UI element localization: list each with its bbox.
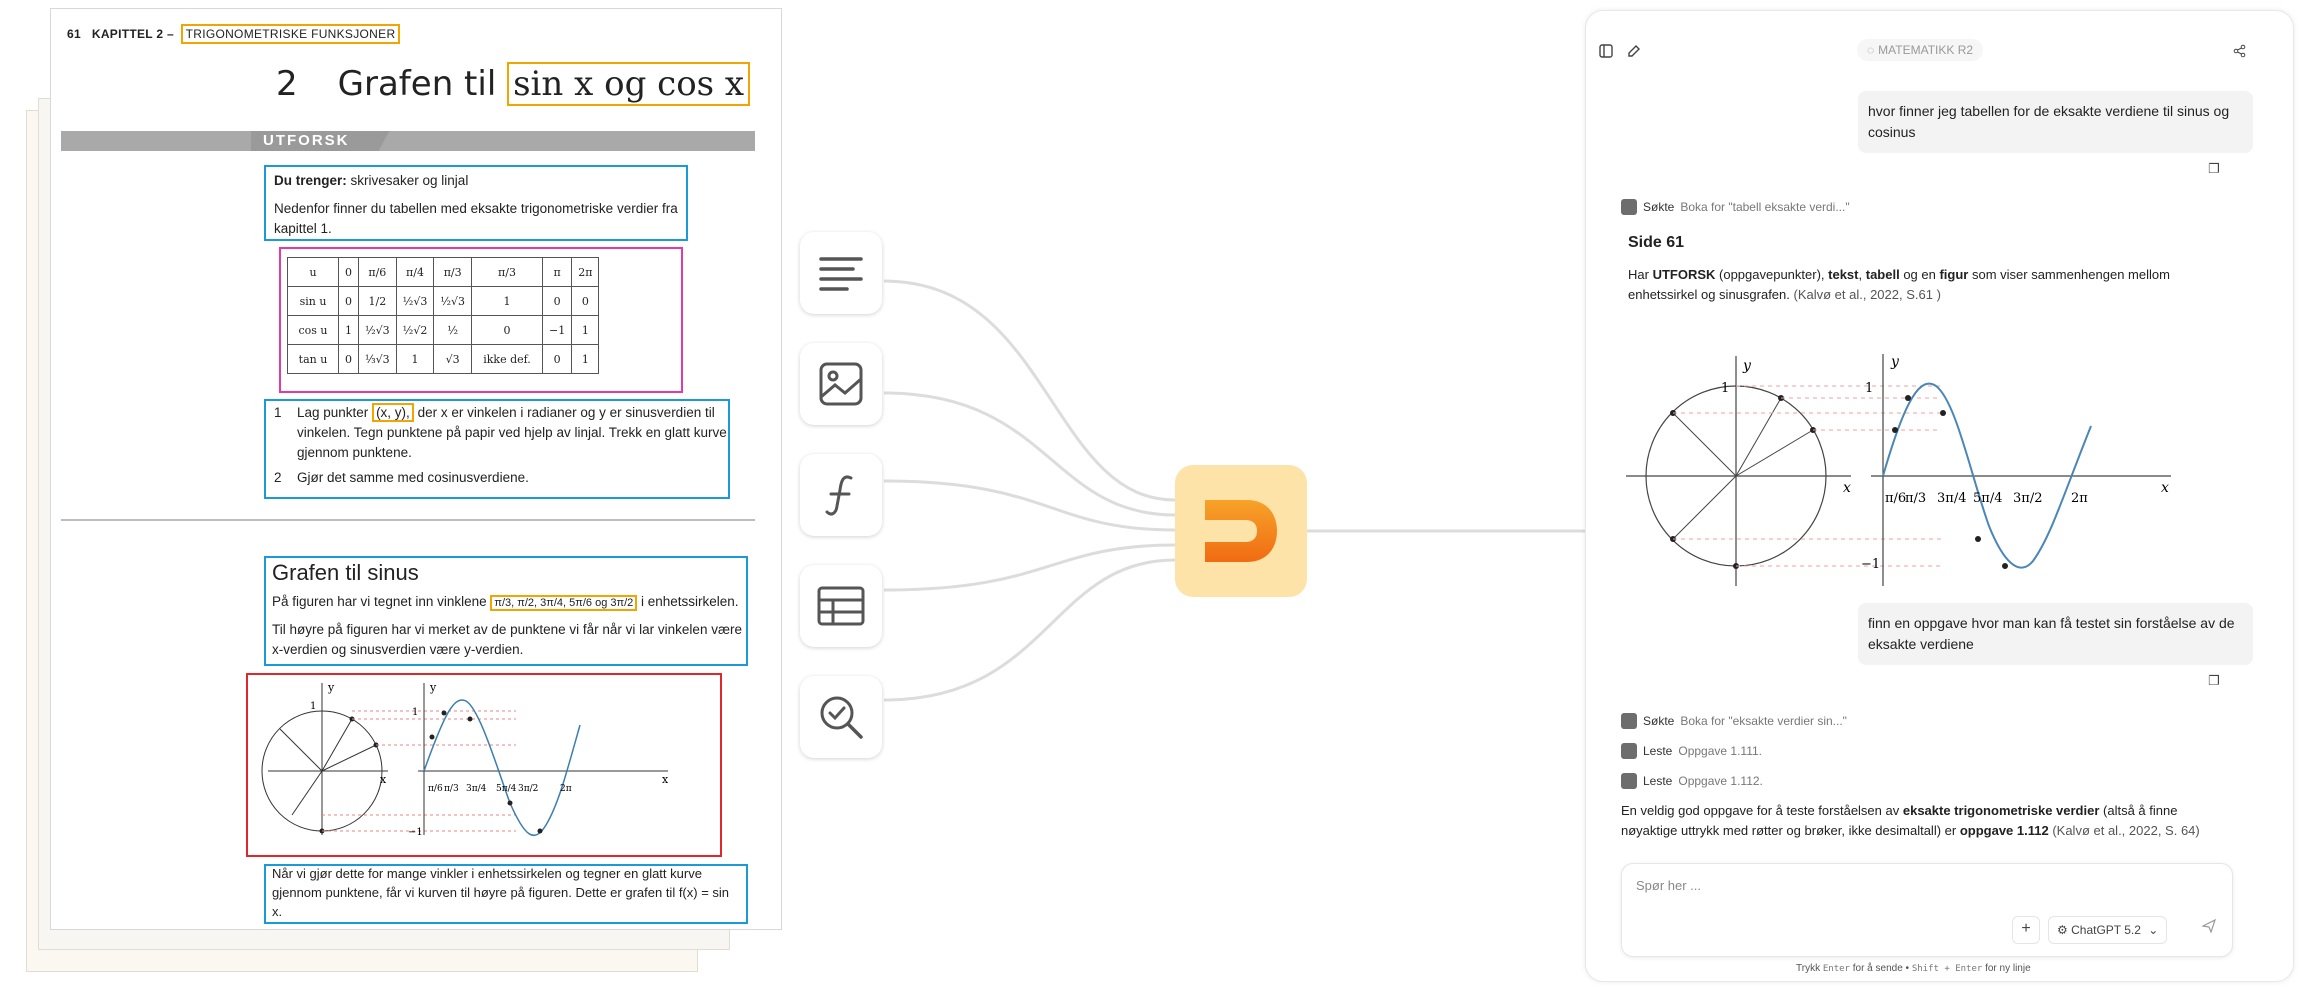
fig2-y-label: y bbox=[429, 681, 437, 694]
tool-call-search-2: Søkte Boka for "eksakte verdier sin..." bbox=[1621, 713, 1847, 729]
answer-sine-figure: y x 1 y x 1 −1 π/6 π/3 3π/4 5π/4 3π/2 2π bbox=[1626, 354, 2171, 586]
fig-y-label: y bbox=[327, 681, 335, 694]
needs-intro-box: Du trenger: skrivesaker og linjal Nedenf… bbox=[264, 165, 688, 241]
tool-call-read-1: Leste Oppgave 1.111. bbox=[1621, 743, 1762, 759]
fig2-minus-one-label: −1 bbox=[408, 827, 423, 838]
ans-fig2-one-label: 1 bbox=[1865, 381, 1873, 396]
tasks-box: 1 Lag punkter (x, y), der x er vinkelen … bbox=[264, 399, 730, 499]
textbook-page: 61 KAPITTEL 2 – TRIGONOMETRISKE FUNKSJON… bbox=[50, 8, 782, 930]
exact-values-table: u 0 π/6 π/4 π/3 π/3 π 2π sin u 0 1/2 ½√3… bbox=[287, 257, 600, 374]
function-source-tile bbox=[800, 454, 882, 536]
utforsk-bar bbox=[61, 131, 755, 151]
keyboard-hint: Trykk Enter for å sende • Shift + Enter … bbox=[1796, 963, 2031, 974]
ans-fig2-minus-one-label: −1 bbox=[1861, 557, 1880, 572]
task-2: Gjør det samme med cosinusverdiene. bbox=[297, 470, 529, 485]
ans-fig2-tick-label: 2π bbox=[2071, 491, 2088, 506]
search-check-icon bbox=[820, 696, 863, 739]
answer-1-text: Har UTFORSK (oppgavepunkter), tekst, tab… bbox=[1628, 267, 2170, 302]
table-row: tan u 0 ⅓√3 1 √3 ikke def. 0 1 bbox=[287, 344, 600, 374]
fig2-tick-label: π/3 bbox=[444, 784, 459, 794]
table-row: u 0 π/6 π/4 π/3 π/3 π 2π bbox=[287, 257, 600, 287]
text-source-tile bbox=[800, 232, 882, 314]
chat-input-box[interactable]: Spør her ... + ⚙ ChatGPT 5.2 ⌄ bbox=[1621, 863, 2233, 957]
copy-icon[interactable]: ❐ bbox=[2206, 161, 2222, 177]
table-icon bbox=[817, 586, 865, 626]
task-1: Lag punkter (x, y), der x er vinkelen i … bbox=[297, 403, 727, 460]
running-header: 61 KAPITTEL 2 – TRIGONOMETRISKE FUNKSJON… bbox=[67, 24, 401, 44]
text-lines-icon bbox=[819, 257, 863, 291]
ans-fig2-y-label: y bbox=[1890, 354, 1900, 370]
book-sine-figure: y x 1 y x 1 −1 π/6 π/3 3π/4 5π/4 3π/2 2π bbox=[261, 681, 669, 838]
user-message-1: hvor finner jeg tabellen for de eksakte … bbox=[1858, 91, 2253, 153]
send-icon bbox=[2201, 918, 2217, 934]
user-message-2: finn en oppgave hvor man kan få testet s… bbox=[1858, 603, 2253, 665]
new-chat-icon[interactable] bbox=[1624, 43, 1644, 63]
ans-fig2-tick-label: 5π/4 bbox=[1973, 491, 2002, 506]
model-gear-icon: ⚙ bbox=[2057, 923, 2068, 937]
image-icon bbox=[819, 362, 863, 406]
fig2-tick-label: 3π/2 bbox=[518, 784, 538, 794]
copy-icon[interactable]: ❐ bbox=[2206, 673, 2222, 689]
fig2-tick-label: π/6 bbox=[428, 784, 443, 794]
function-icon bbox=[825, 475, 853, 516]
tool-call-search-1: Søkte Boka for "tabell eksakte verdi..." bbox=[1621, 199, 1850, 215]
ans-fig2-x-label: x bbox=[2161, 480, 2169, 496]
add-attachment-button[interactable]: + bbox=[2012, 916, 2040, 944]
share-icon[interactable] bbox=[2230, 43, 2250, 63]
ans-fig2-tick-label: π/6 bbox=[1885, 491, 1906, 506]
answer-2-text: En veldig god oppgave for å teste forstå… bbox=[1621, 803, 2200, 838]
chat-input[interactable]: Spør her ... bbox=[1636, 878, 1701, 893]
fig2-tick-label: 5π/4 bbox=[496, 784, 517, 794]
model-selector[interactable]: ⚙ ChatGPT 5.2 ⌄ bbox=[2048, 916, 2168, 944]
tool-avatar-icon bbox=[1621, 773, 1637, 789]
fig-one-label: 1 bbox=[310, 701, 316, 712]
answer-1-heading: Side 61 bbox=[1628, 234, 1685, 251]
fig-x-label: x bbox=[380, 773, 387, 786]
tool-avatar-icon bbox=[1621, 199, 1637, 215]
unit-circle-figure-box: y x 1 y x 1 −1 π/6 π/3 3π/4 5π/4 3π/2 2π bbox=[246, 673, 722, 857]
table-row: sin u 0 1/2 ½√3 ½√3 1 0 0 bbox=[287, 286, 600, 316]
fig2-x-label: x bbox=[662, 773, 669, 786]
section-divider bbox=[61, 519, 755, 521]
fig2-tick-label: 3π/4 bbox=[466, 784, 487, 794]
tool-avatar-icon bbox=[1621, 713, 1637, 729]
fig2-tick-label: 2π bbox=[560, 784, 572, 794]
citation[interactable]: (Kalvø et al., 2022, S. 64) bbox=[2049, 823, 2199, 838]
angles-highlight: π/3, π/2, 3π/4, 5π/6 og 3π/2 bbox=[490, 595, 638, 611]
section-title: Grafen til sinus bbox=[272, 560, 419, 585]
eye-icon: ◌ bbox=[1867, 43, 1875, 57]
table-row: cos u 1 ½√3 ½√2 ½ 0 −1 1 bbox=[287, 315, 600, 345]
title-highlight: sin x og cos x bbox=[507, 62, 751, 106]
ans-fig-y-label: y bbox=[1742, 358, 1752, 374]
utforsk-label: UTFORSK bbox=[251, 131, 390, 151]
app-logo-tile bbox=[1175, 465, 1307, 597]
tool-call-read-2: Leste Oppgave 1.112. bbox=[1621, 773, 1763, 789]
workspace-pill[interactable]: ◌ MATEMATIKK R2 bbox=[1857, 39, 1984, 61]
ans-fig-x-label: x bbox=[1843, 480, 1851, 496]
app-logo-icon bbox=[1205, 500, 1277, 562]
chevron-down-icon: ⌄ bbox=[2148, 923, 2159, 937]
image-source-tile bbox=[800, 343, 882, 425]
citation[interactable]: (Kalvø et al., 2022, S.61 ) bbox=[1794, 287, 1941, 302]
sinus-section-box: Grafen til sinus På figuren har vi tegne… bbox=[264, 556, 748, 666]
conclusion-box: Når vi gjør dette for mange vinkler i en… bbox=[264, 864, 748, 924]
chapter-title: 2 Grafen til sin x og cos x bbox=[276, 62, 751, 106]
ans-fig-one-label: 1 bbox=[1721, 381, 1729, 396]
fig2-one-label: 1 bbox=[412, 707, 418, 718]
ans-fig2-tick-label: 3π/2 bbox=[2013, 491, 2042, 506]
search-source-tile bbox=[800, 676, 882, 758]
tool-avatar-icon bbox=[1621, 743, 1637, 759]
exact-values-table-box: u 0 π/6 π/4 π/3 π/3 π 2π sin u 0 1/2 ½√3… bbox=[279, 247, 683, 393]
send-button[interactable] bbox=[2196, 916, 2222, 942]
table-source-tile bbox=[800, 565, 882, 647]
ans-fig2-tick-label: 3π/4 bbox=[1937, 491, 1966, 506]
ans-fig2-tick-label: π/3 bbox=[1905, 491, 1926, 506]
sidebar-toggle-icon[interactable] bbox=[1596, 43, 1616, 63]
point-highlight: (x, y), bbox=[372, 403, 414, 422]
chapter-subtitle-highlight: TRIGONOMETRISKE FUNKSJONER bbox=[180, 24, 401, 44]
chat-panel: ◌ MATEMATIKK R2 hvor finner jeg tabellen … bbox=[1585, 10, 2294, 982]
